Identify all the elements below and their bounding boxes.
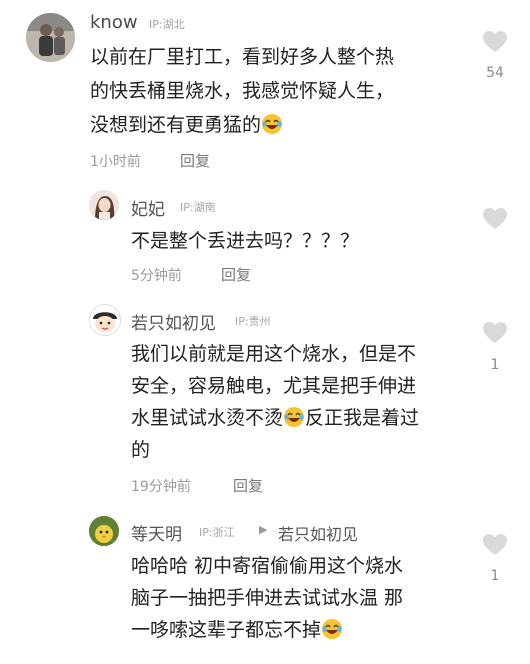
- laughing-crying-emoji-icon: [284, 407, 305, 427]
- comment-text: 一哆嗦这辈子都忘不掉: [131, 619, 322, 641]
- reply-button[interactable]: 回复: [233, 475, 263, 496]
- username[interactable]: know: [90, 12, 138, 33]
- timestamp: 19分钟前: [131, 479, 191, 495]
- cartoon-bird-avatar-icon: [89, 516, 119, 546]
- comment-text-line: 没想到还有更勇猛的: [90, 110, 283, 140]
- comment-text-line: 安全，容易触电，尤其是把手伸进: [131, 375, 417, 397]
- heart-icon[interactable]: [482, 533, 508, 557]
- username[interactable]: 若只如初见: [131, 309, 216, 334]
- laughing-crying-emoji-icon: [322, 619, 343, 639]
- woman-photo-avatar-icon: [89, 190, 119, 220]
- comment-text-line: 的快丢桶里烧水，我感觉怀疑人生，: [90, 80, 395, 102]
- person-photo-avatar-icon: [26, 13, 75, 62]
- ip-location: IP:浙江: [199, 526, 235, 539]
- like-count: 1: [490, 357, 500, 373]
- comment-text-line: 不是整个丢进去吗？？？？: [131, 230, 360, 252]
- avatar[interactable]: [26, 13, 75, 62]
- reply-button[interactable]: 回复: [180, 150, 210, 171]
- laughing-crying-emoji-icon: [262, 114, 283, 134]
- avatar[interactable]: [89, 190, 119, 220]
- avatar[interactable]: [89, 516, 119, 546]
- timestamp: 1小时前: [90, 154, 141, 170]
- comment-text-line: 我们以前就是用这个烧水，但是不: [131, 343, 417, 365]
- heart-icon[interactable]: [482, 207, 508, 231]
- reply-button[interactable]: 回复: [221, 264, 251, 285]
- comment-text-line: 以前在厂里打工，看到好多人整个热: [90, 46, 395, 68]
- reply-arrow-icon: ▶: [259, 523, 268, 536]
- comment-text-line: 脑子一抽把手伸进去试试水温 那: [131, 587, 404, 609]
- avatar[interactable]: [89, 304, 121, 336]
- ip-location: IP:湖南: [180, 201, 216, 214]
- comment-text-line: 的: [131, 439, 151, 461]
- comment-text: 没想到还有更勇猛的: [90, 114, 262, 136]
- heart-icon[interactable]: [482, 30, 508, 54]
- comment-text: 水里试试水烫不烫: [131, 407, 284, 429]
- username[interactable]: 等天明: [131, 520, 182, 545]
- ip-location: IP:贵州: [235, 315, 271, 328]
- comment-text-line: 哈哈哈 初中寄宿偷偷用这个烧水: [131, 555, 404, 577]
- comment-text: 反正我是着过: [305, 407, 420, 429]
- reply-target-username[interactable]: 若只如初见: [278, 521, 358, 545]
- comment-text-line: 一哆嗦这辈子都忘不掉: [131, 615, 343, 645]
- like-count: 1: [490, 568, 500, 584]
- like-count: 54: [486, 65, 504, 81]
- timestamp: 5分钟前: [131, 268, 182, 284]
- heart-icon[interactable]: [482, 321, 508, 345]
- comment-text-line: 水里试试水烫不烫 反正我是着过: [131, 403, 419, 433]
- cartoon-face-avatar-icon: [90, 305, 120, 335]
- username[interactable]: 妃妃: [131, 195, 165, 220]
- ip-location: IP:湖北: [149, 18, 185, 31]
